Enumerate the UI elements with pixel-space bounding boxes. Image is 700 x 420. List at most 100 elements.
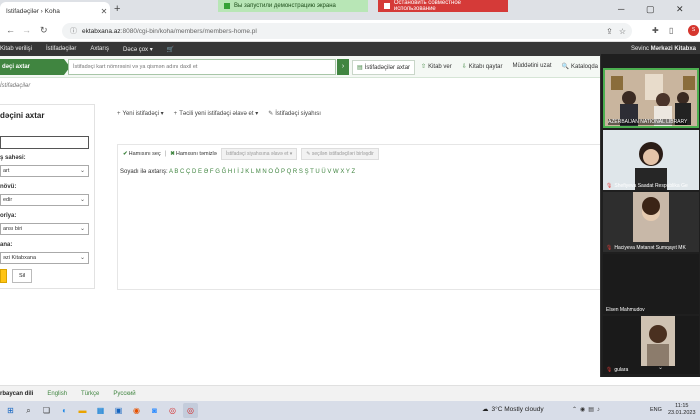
extensions-icon[interactable]: ✚	[652, 26, 659, 35]
file-explorer-icon[interactable]: ▬	[75, 403, 90, 418]
quick-add-patron-button[interactable]: + Təcili yeni istifadəçi əlavə et ▾	[174, 110, 259, 117]
forward-icon[interactable]: →	[22, 25, 31, 35]
sidebar-icon[interactable]: ▯	[669, 26, 673, 35]
new-tab-button[interactable]: +	[114, 3, 120, 15]
search-type-select[interactable]: edir ⌄	[0, 194, 89, 206]
browser-tab-bar: İstifadəçilər › Koha ✕ + Вы запустили де…	[0, 0, 700, 20]
quick-link-renew[interactable]: Müddətini uzat	[508, 60, 555, 75]
edge-icon[interactable]: ◐	[57, 403, 72, 418]
share-icon[interactable]: ⇪	[606, 27, 613, 36]
category-select[interactable]: ansı biri ⌄	[0, 223, 89, 235]
search-field-select[interactable]: art ⌄	[0, 165, 89, 177]
lang-english[interactable]: English	[47, 391, 67, 397]
maximize-icon[interactable]: ▢	[646, 4, 655, 15]
participant-video	[603, 192, 699, 252]
language-footer: rbaycan dili English Türkçe Русский	[0, 385, 700, 401]
address-bar-row: ← → ↻ ⓘ ektabxana.az:8080/cgi-bin/koha/m…	[0, 20, 700, 42]
url-text: ektabxana.az:8080/cgi-bin/koha/members/m…	[82, 27, 257, 35]
chevron-down-icon[interactable]: ⌄	[658, 364, 663, 371]
search-button[interactable]	[0, 269, 7, 283]
category-label: orîya:	[0, 213, 17, 219]
quick-links: ▤ İstifadəçilər axtar ⇧ Kitab ver ⇩ Kitabı …	[352, 60, 604, 75]
video-tile-2[interactable]: 🎙 Shefiyeva Saadat Respublika Ge	[603, 130, 699, 190]
quick-link-checkout[interactable]: ⇧ Kitab ver	[417, 60, 456, 75]
new-patron-button[interactable]: + Yeni istifadəçi ▾	[117, 110, 164, 117]
mic-muted-icon: 🎙	[606, 367, 613, 373]
plus-icon: +	[117, 111, 121, 117]
mic-muted-icon: 🎙	[606, 183, 613, 189]
stop-sharing-text: Остановить совместное использование	[393, 0, 461, 12]
alphabet-search: Soyadı ilə axtarış: A B C Ç D E Ə F G Ğ …	[120, 169, 355, 175]
search-submit-button[interactable]: ›	[337, 59, 349, 75]
browser-tab[interactable]: İstifadəçilər › Koha ✕	[0, 2, 110, 20]
weather-widget[interactable]: ☁ 3°C Mostly cloudy	[482, 405, 544, 414]
chevron-down-icon: ⌄	[79, 197, 85, 203]
quick-link-search-patrons[interactable]: ▤ İstifadəçilər axtar	[352, 60, 416, 75]
video-tile-4[interactable]: Elsen Mahmudov	[603, 254, 699, 314]
video-tile-5[interactable]: 🎙 gulara ⌄	[603, 316, 699, 374]
chrome-active-icon[interactable]: ◎	[183, 403, 198, 418]
lang-russian[interactable]: Русский	[113, 391, 135, 397]
firefox-icon[interactable]: ◉	[129, 403, 144, 418]
merge-patrons-button[interactable]: ✎ seçilən istifadəçiləri birləşdir	[301, 148, 379, 160]
cart-icon[interactable]: 🛒	[167, 46, 174, 53]
chevron-down-icon: ⌄	[79, 226, 85, 232]
koha-top-nav: Kitab verilişi İstifadəçilər Axtarış Dəc…	[0, 42, 700, 56]
video-tile-3[interactable]: 🎙 Haciyeva Mətanət Sumqayıt MK	[603, 192, 699, 252]
screen-share-text: Вы запустили демонстрацию экрана	[234, 3, 336, 9]
logged-in-user[interactable]: Sevinc Mərkəzi Kitabxa	[631, 46, 696, 52]
nav-more[interactable]: Dəcə çox ▾	[123, 46, 153, 53]
back-icon[interactable]: ←	[6, 25, 15, 35]
patron-search-bar: dəçi axtar İstifadəçi kart nömrəsini və …	[0, 56, 700, 78]
close-tab-icon[interactable]: ✕	[98, 7, 110, 16]
panel-title: dəçini axtar	[0, 111, 45, 120]
search-type-label: növü:	[0, 184, 17, 190]
nav-patrons[interactable]: İstifadəçilər	[46, 46, 76, 52]
profile-avatar[interactable]: S	[688, 25, 699, 36]
divider: |	[164, 151, 167, 157]
quick-link-checkin[interactable]: ⇩ Kitabı qaytar	[458, 60, 507, 75]
start-icon[interactable]: ⊞	[3, 403, 18, 418]
patron-toolbar: + Yeni istifadəçi ▾ + Təcili yeni istifadə…	[117, 110, 331, 117]
x-icon: ✖	[170, 151, 175, 157]
quick-link-catalog[interactable]: 🔍 Kataloqda	[558, 60, 603, 75]
patron-search-field[interactable]	[0, 136, 89, 149]
chevron-down-icon: ⌄	[79, 168, 85, 174]
insecure-icon[interactable]: ⓘ	[70, 26, 77, 36]
search-icon[interactable]: ⌕	[21, 403, 36, 418]
library-select[interactable]: əzi Kitabxana ⌄	[0, 252, 89, 264]
plus-icon: +	[173, 111, 178, 117]
select-all-link[interactable]: ✔Hamısını seç	[123, 151, 161, 157]
system-tray-icons[interactable]: ⌃◉▤♪	[572, 406, 603, 413]
nav-search[interactable]: Axtarış	[90, 46, 109, 52]
store-icon[interactable]: ▦	[93, 403, 108, 418]
video-tile-library[interactable]: AZERBAIJAN NATIONAL LIBRARY	[603, 68, 699, 128]
lang-turkish[interactable]: Türkçe	[81, 391, 99, 397]
share-status-icon	[224, 3, 230, 9]
alphabet-label: Soyadı ilə axtarış:	[120, 169, 168, 175]
window-close-icon[interactable]: ✕	[676, 4, 684, 15]
cloud-icon: ☁	[482, 406, 489, 413]
add-to-list-button[interactable]: İstifadəçi siyahısına əlavə et ▾	[220, 148, 298, 160]
stop-sharing-button[interactable]: Остановить совместное использование	[378, 0, 508, 12]
patron-lists-button[interactable]: ✎ İstifadəçi siyahısı	[268, 110, 321, 117]
language-indicator[interactable]: ENG	[650, 407, 662, 413]
search-patrons-tab[interactable]: dəçi axtar	[0, 59, 70, 75]
reload-icon[interactable]: ↻	[40, 25, 48, 36]
patron-search-input[interactable]: İstifadəçi kart nömrəsini və ya qismən a…	[68, 59, 336, 75]
url-field[interactable]: ⓘ ektabxana.az:8080/cgi-bin/koha/members…	[62, 23, 632, 39]
clear-all-link[interactable]: ✖Hamısını təmizlə	[170, 151, 217, 157]
clear-button[interactable]: Sil	[12, 269, 32, 283]
lang-azerbaijani[interactable]: rbaycan dili	[0, 391, 33, 397]
participant-video	[603, 130, 699, 190]
chrome-icon[interactable]: ◎	[165, 403, 180, 418]
clock[interactable]: 11:15 23.01.2023	[668, 403, 696, 417]
task-view-icon[interactable]: ❏	[39, 403, 54, 418]
alphabet-letters[interactable]: A B C Ç D E Ə F G Ğ H I İ J K L M N O Ö …	[169, 169, 355, 175]
patron-search-panel: dəçini axtar ş sahəsi: art ⌄ növü: edir ⌄ …	[0, 104, 95, 289]
app-icon[interactable]: ▣	[111, 403, 126, 418]
nav-circulation[interactable]: Kitab verilişi	[0, 46, 32, 52]
minimize-icon[interactable]: ─	[618, 4, 624, 14]
bookmark-star-icon[interactable]: ☆	[619, 27, 626, 36]
zoom-icon[interactable]: ◙	[147, 403, 162, 418]
